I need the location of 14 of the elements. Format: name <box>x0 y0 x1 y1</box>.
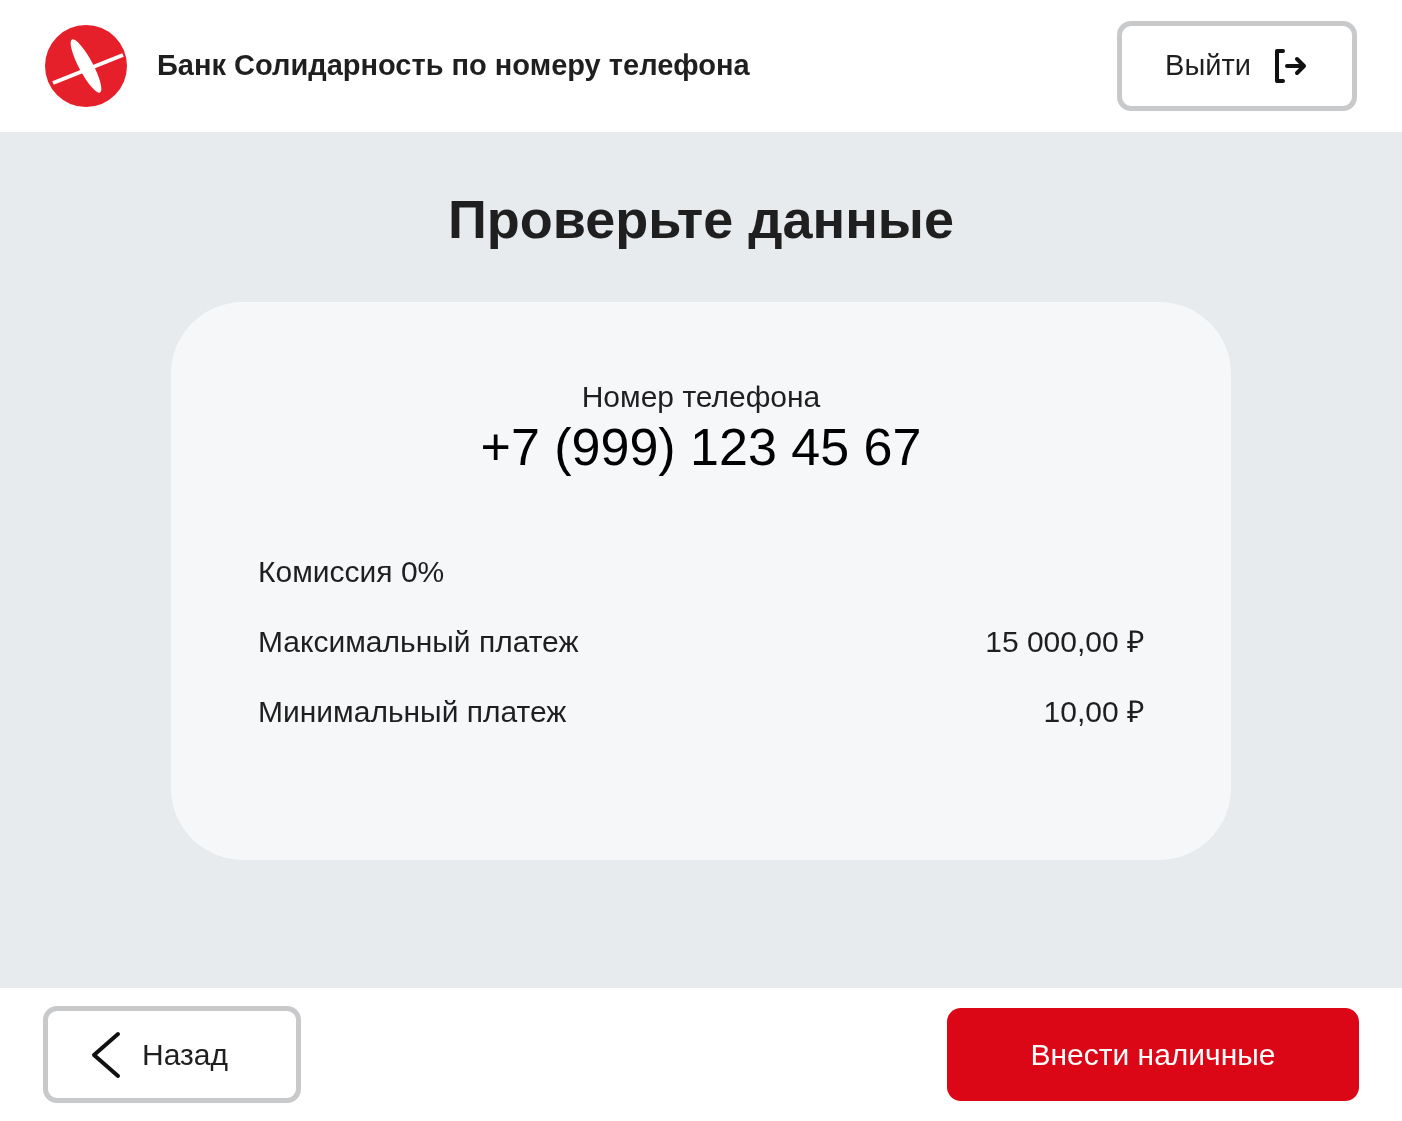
back-button[interactable]: Назад <box>43 1006 301 1103</box>
exit-button[interactable]: Выйти <box>1117 21 1357 111</box>
logout-icon <box>1272 48 1309 84</box>
logo-icon <box>45 25 127 107</box>
info-value: 10,00 ₽ <box>1043 694 1144 730</box>
phone-number: +7 (999) 123 45 67 <box>480 417 922 477</box>
info-label: Комиссия 0% <box>258 554 445 590</box>
app-title: Банк Солидарность по номеру телефона <box>157 48 750 84</box>
info-value: 15 000,00 ₽ <box>985 624 1144 660</box>
info-label: Максимальный платеж <box>258 624 579 660</box>
info-label: Минимальный платеж <box>258 694 567 730</box>
phone-label: Номер телефона <box>581 379 821 415</box>
deposit-cash-button[interactable]: Внести наличные <box>947 1008 1359 1101</box>
page-heading: Проверьте данные <box>448 188 954 251</box>
